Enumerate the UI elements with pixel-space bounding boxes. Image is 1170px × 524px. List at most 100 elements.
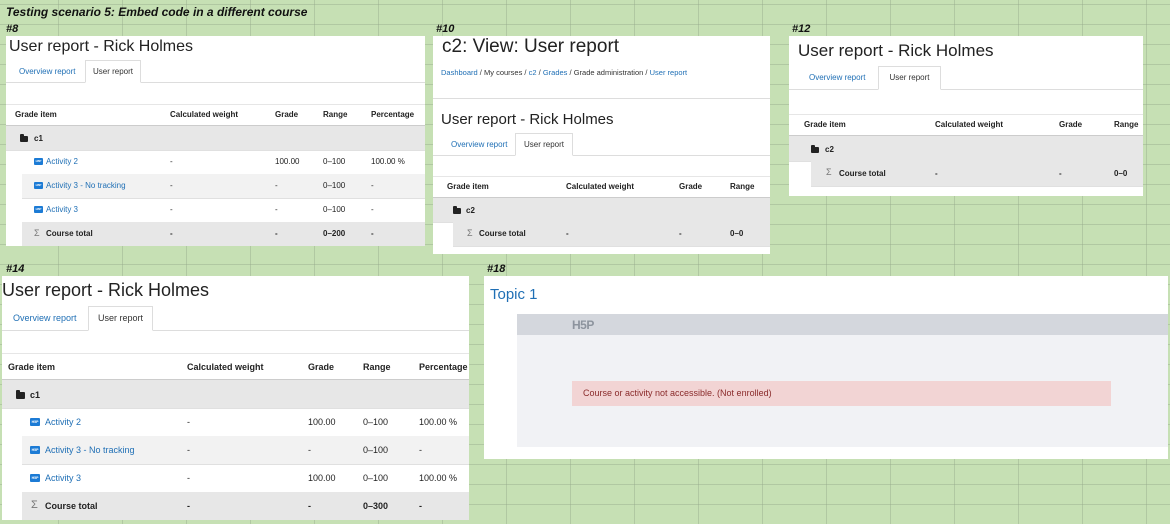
weight-value: - <box>170 157 173 166</box>
percentage-value: - <box>371 205 374 214</box>
activity-link[interactable]: Activity 2 <box>46 157 78 166</box>
h5p-logo: H5P <box>572 318 594 332</box>
category-row: c1 <box>6 126 425 151</box>
tab-user-report[interactable]: User report <box>85 60 141 83</box>
table-row: H5P Activity 2 - 100.00 0–100 100.00 % <box>22 408 469 437</box>
sigma-icon: Σ <box>34 228 40 238</box>
percentage-value: 100.00 % <box>371 157 405 166</box>
category-name: c2 <box>825 145 834 154</box>
h5p-embed-frame: H5P Course or activity not accessible. (… <box>517 314 1168 447</box>
percentage-value: - <box>371 229 374 238</box>
table-row: H5P Activity 3 - - 0–100 - <box>22 198 425 223</box>
range-value: 0–300 <box>363 501 389 511</box>
panel-10-c2-user-report: c2: View: User report Dashboard / My cou… <box>433 36 770 254</box>
col-calculated-weight: Calculated weight <box>566 182 635 191</box>
panel-label-18: #18 <box>487 263 506 275</box>
range-value: 0–100 <box>363 473 389 483</box>
course-total-label: Course total <box>46 229 93 238</box>
tab-overview-report[interactable]: Overview report <box>19 67 75 76</box>
panel-label-10: #10 <box>436 23 455 35</box>
breadcrumb-user-report[interactable]: User report <box>650 68 688 77</box>
activity-link[interactable]: Activity 3 - No tracking <box>45 445 135 455</box>
sigma-icon: Σ <box>31 499 38 511</box>
col-range: Range <box>363 362 391 372</box>
col-grade-item: Grade item <box>8 362 56 372</box>
scenario-title: Testing scenario 5: Embed code in a diff… <box>6 5 308 19</box>
panel-12-user-report: User report - Rick Holmes Overview repor… <box>789 36 1143 196</box>
course-total-row: Σ Course total - - 0–0 <box>811 161 1143 187</box>
col-range: Range <box>1114 120 1139 129</box>
range-value: 0–100 <box>323 181 346 190</box>
activity-link[interactable]: Activity 2 <box>45 417 81 427</box>
page-title: User report - Rick Holmes <box>9 38 194 55</box>
category-row: c2 <box>433 198 770 223</box>
category-name: c1 <box>34 134 43 143</box>
breadcrumb-separator: / <box>645 68 648 77</box>
weight-value: - <box>170 181 173 190</box>
percentage-value: - <box>371 181 374 190</box>
table-row: H5P Activity 3 - No tracking - - 0–100 - <box>22 174 425 199</box>
breadcrumb: Dashboard / My courses / c2 / Grades / G… <box>441 68 687 77</box>
col-range: Range <box>730 182 755 191</box>
tab-overview-report[interactable]: Overview report <box>451 140 507 149</box>
tab-overview-report[interactable]: Overview report <box>809 73 865 82</box>
col-grade-item: Grade item <box>804 120 846 129</box>
breadcrumb-grade-administration[interactable]: Grade administration <box>574 68 644 77</box>
range-value: 0–0 <box>1114 169 1128 178</box>
breadcrumb-separator: / <box>569 68 572 77</box>
panel-14-user-report: User report - Rick Holmes Overview repor… <box>2 276 469 520</box>
activity-link[interactable]: Activity 3 - No tracking <box>46 181 126 190</box>
folder-icon <box>16 390 25 399</box>
course-total-label: Course total <box>839 169 886 178</box>
grade-value: - <box>308 501 311 511</box>
col-grade-item: Grade item <box>447 182 489 191</box>
folder-icon <box>453 206 461 214</box>
activity-link[interactable]: Activity 3 <box>45 473 81 483</box>
course-total-row: Σ Course total - - 0–300 - <box>22 492 469 520</box>
percentage-value: - <box>419 445 422 455</box>
weight-value: - <box>187 501 190 511</box>
col-grade: Grade <box>1059 120 1083 129</box>
range-value: 0–100 <box>323 157 346 166</box>
breadcrumb-dashboard[interactable]: Dashboard <box>441 68 478 77</box>
grade-value: - <box>275 181 278 190</box>
page-title: User report - Rick Holmes <box>2 280 210 300</box>
percentage-value: - <box>419 501 422 511</box>
breadcrumb-separator: / <box>524 68 527 77</box>
sigma-icon: Σ <box>467 228 473 238</box>
topic-title[interactable]: Topic 1 <box>490 286 538 303</box>
panel-label-12: #12 <box>792 23 811 35</box>
weight-value: - <box>187 473 190 483</box>
grade-value: - <box>275 205 278 214</box>
tab-user-report[interactable]: User report <box>88 306 153 331</box>
breadcrumb-c2[interactable]: c2 <box>529 68 537 77</box>
table-row: H5P Activity 2 - 100.00 0–100 100.00 % <box>22 150 425 175</box>
category-row: c2 <box>789 136 1143 162</box>
tab-overview-report[interactable]: Overview report <box>13 313 77 323</box>
weight-value: - <box>170 205 173 214</box>
grade-value: 100.00 <box>308 417 336 427</box>
tab-user-report[interactable]: User report <box>515 133 573 156</box>
h5p-icon: H5P <box>34 158 43 165</box>
grade-value: 100.00 <box>308 473 336 483</box>
course-total-row: Σ Course total - - 0–200 - <box>22 222 425 246</box>
panel-8-user-report: User report - Rick Holmes Overview repor… <box>6 36 425 246</box>
panel-18-topic: Topic 1 H5P Course or activity not acces… <box>484 276 1168 459</box>
grade-value: - <box>275 229 278 238</box>
col-calculated-weight: Calculated weight <box>170 110 239 119</box>
range-value: 0–200 <box>323 229 346 238</box>
breadcrumb-my-courses[interactable]: My courses <box>484 68 522 77</box>
breadcrumb-grades[interactable]: Grades <box>543 68 568 77</box>
divider <box>433 98 770 99</box>
tab-user-report[interactable]: User report <box>878 66 941 90</box>
panel-label-8: #8 <box>6 23 19 35</box>
activity-link[interactable]: Activity 3 <box>46 205 78 214</box>
col-percentage: Percentage <box>419 362 468 372</box>
weight-value: - <box>935 169 938 178</box>
category-name: c2 <box>466 206 475 215</box>
weight-value: - <box>187 417 190 427</box>
h5p-icon: H5P <box>34 206 43 213</box>
folder-icon <box>811 145 819 153</box>
table-header: Grade item Calculated weight Grade Range… <box>6 104 425 126</box>
h5p-header-bar: H5P <box>517 314 1168 335</box>
